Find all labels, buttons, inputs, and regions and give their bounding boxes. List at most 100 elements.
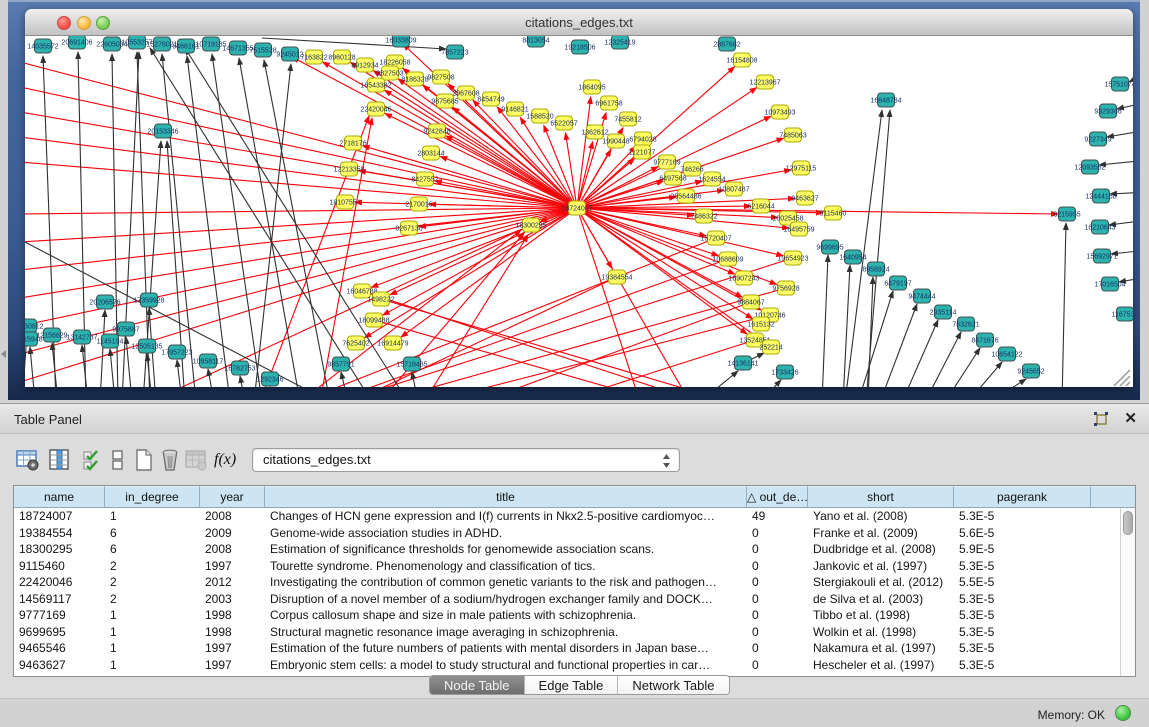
table-cell[interactable]: 2009 [200,525,265,542]
table-cell[interactable]: 18300295 [14,541,105,558]
table-cell[interactable]: 0 [747,541,808,558]
table-cell[interactable]: Changes of HCN gene expression and I(f) … [265,508,747,525]
table-cell[interactable]: 9465546 [14,640,105,657]
table-cell[interactable]: 5.3E-5 [954,607,1091,624]
graph-node-yellow[interactable]: 1624554 [698,172,725,186]
function-builder-icon[interactable]: f(x) [214,451,238,475]
table-cell[interactable]: Yano et al. (2008) [808,508,954,525]
vertical-scrollbar[interactable] [1120,508,1135,676]
table-row[interactable]: 946554611997Estimation of the future num… [14,640,1120,657]
graph-node-teal[interactable]: 2935114 [930,305,957,319]
table-cell[interactable]: 5.5E-5 [954,574,1091,591]
table-cell[interactable]: 2 [105,574,200,591]
graph-node-teal[interactable]: 12156829 [36,328,67,342]
graph-node-teal[interactable]: 9227349 [1084,132,1111,146]
graph-node-yellow[interactable]: 6961758 [595,96,622,110]
table-cell[interactable]: Tibbo et al. (1998) [808,607,954,624]
graph-node-teal[interactable]: 10719185 [195,37,226,51]
graph-node-yellow[interactable]: 10688609 [712,252,743,266]
graph-node-teal[interactable]: 6466161 [172,39,199,53]
graph-node-teal[interactable]: 8958924 [862,262,889,276]
row-height-icon[interactable] [106,448,130,472]
table-cell[interactable]: 0 [747,591,808,608]
table-cell[interactable]: 14569117 [14,591,105,608]
graph-node-yellow[interactable]: 2967608 [452,86,479,100]
graph-node-yellow[interactable]: 2718176 [339,136,366,150]
graph-node-teal[interactable]: 12444158 [1085,189,1116,203]
table-cell[interactable]: Jankovic et al. (1997) [808,558,954,575]
graph-node-teal[interactable]: 17957223 [161,345,192,359]
table-cell[interactable]: 2 [105,558,200,575]
graph-node-teal[interactable]: 15751074 [1104,77,1133,91]
table-row[interactable]: 911546021997Tourette syndrome. Phenomeno… [14,558,1120,575]
graph-node-teal[interactable]: 16648784 [870,93,901,107]
import-table-icon[interactable] [184,448,208,472]
graph-node-yellow[interactable]: 6794028 [629,132,656,146]
close-panel-icon[interactable]: ✕ [1124,409,1137,427]
table-cell[interactable]: 5.6E-5 [954,525,1091,542]
graph-node-yellow[interactable]: 19654923 [777,251,808,265]
table-cell[interactable]: 6 [105,541,200,558]
table-cell[interactable]: 6 [105,525,200,542]
table-cell[interactable]: 2 [105,591,200,608]
graph-node-yellow[interactable]: 12213358 [333,162,364,176]
table-cell[interactable]: 22420046 [14,574,105,591]
graph-node-teal[interactable]: 9245652 [1017,364,1044,378]
graph-node-teal[interactable]: 14035572 [27,39,58,53]
table-row[interactable]: 1938455462009Genome-wide association stu… [14,525,1120,542]
network-window-titlebar[interactable]: citations_edges.txt [25,9,1133,36]
table-cell[interactable]: 1 [105,607,200,624]
graph-node-yellow[interactable]: 252214 [759,340,782,354]
table-cell[interactable]: Hescheler et al. (1997) [808,657,954,674]
graph-node-teal[interactable]: 20691406 [61,36,92,49]
graph-node-yellow[interactable]: 16154808 [726,53,757,67]
table-row[interactable]: 1830029562008Estimation of significance … [14,541,1120,558]
table-cell[interactable]: 0 [747,558,808,575]
table-cell[interactable]: Disruption of a novel member of a sodium… [265,591,747,608]
graph-node-yellow[interactable]: 7485063 [779,128,806,142]
column-header-short[interactable]: short [808,486,954,507]
table-cell[interactable]: 49 [747,508,808,525]
table-cell[interactable]: Embryonic stem cells: a model to study s… [265,657,747,674]
graph-node-teal[interactable]: 10553257 [121,36,152,49]
graph-node-yellow[interactable]: 2803144 [417,146,444,160]
table-cell[interactable]: 9115460 [14,558,105,575]
table-cell[interactable]: Dudbridge et al. (2008) [808,541,954,558]
graph-node-yellow[interactable]: 1990448 [602,134,629,148]
table-cell[interactable]: Corpus callosum shape and size in male p… [265,607,747,624]
graph-node-teal[interactable]: 14671355 [222,41,253,55]
table-cell[interactable]: 0 [747,525,808,542]
graph-node-teal[interactable]: 10654122 [991,347,1022,361]
table-cell[interactable]: Structural magnetic resonance image aver… [265,624,747,641]
table-cell[interactable]: 0 [747,624,808,641]
graph-node-yellow[interactable]: 6497568 [659,171,686,185]
graph-node-yellow[interactable]: 1864095 [578,80,605,94]
table-row[interactable]: 2242004622012Investigating the contribut… [14,574,1120,591]
graph-node-teal[interactable]: 16782753 [224,361,255,375]
citation-graph[interactable]: 1872400771638228960128891293418226058982… [25,36,1133,387]
memory-indicator[interactable] [1115,705,1131,721]
table-cell[interactable]: 1 [105,508,200,525]
table-cell[interactable]: 1998 [200,607,265,624]
graph-node-yellow[interactable]: 12975115 [786,161,817,175]
table-cell[interactable]: de Silva et al. (2003) [808,591,954,608]
table-cell[interactable]: 5.3E-5 [954,640,1091,657]
table-cell[interactable]: 0 [747,640,808,657]
table-cell[interactable]: 1 [105,640,200,657]
tab-network-table[interactable]: Network Table [618,676,728,694]
graph-node-teal[interactable]: 9245012 [276,47,303,61]
delete-table-icon[interactable] [158,448,182,472]
table-cell[interactable]: Estimation of significance thresholds fo… [265,541,747,558]
select-column-icon[interactable] [48,448,72,472]
graph-node-yellow[interactable]: 10807487 [718,182,749,196]
table-cell[interactable]: 5.3E-5 [954,508,1091,525]
table-row[interactable]: 969969511998Structural magnetic resonanc… [14,624,1120,641]
graph-node-yellow[interactable]: 746266 [680,162,703,176]
tab-edge-table[interactable]: Edge Table [525,676,619,694]
graph-node-yellow[interactable]: 8454749 [477,92,504,106]
table-cell[interactable]: 0 [747,574,808,591]
graph-node-yellow[interactable]: 8960128 [328,50,355,64]
graph-node-yellow[interactable]: 1588520 [526,109,553,123]
table-cell[interactable]: 0 [747,657,808,674]
graph-node-yellow[interactable]: 9463627 [791,191,818,205]
